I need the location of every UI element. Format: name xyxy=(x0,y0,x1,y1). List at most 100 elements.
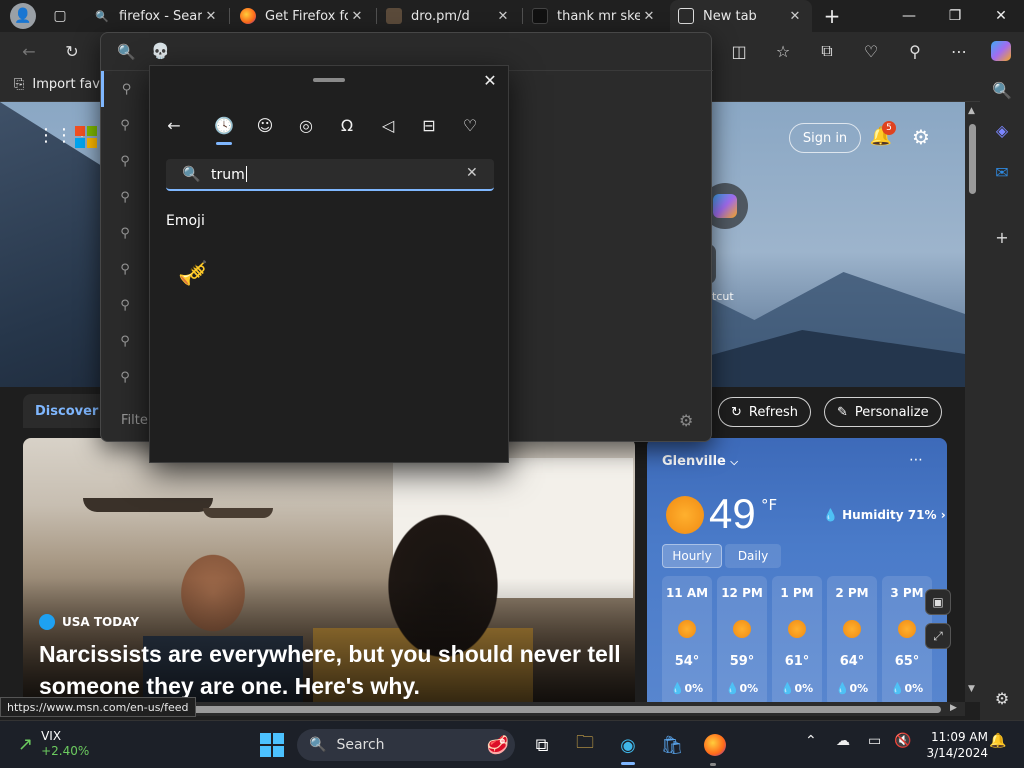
profile-avatar[interactable]: 👤 xyxy=(10,3,36,29)
import-favorites-item[interactable]: ⎘ Import favo xyxy=(14,77,108,92)
gif-icon[interactable]: ◁ xyxy=(374,111,402,139)
show-hidden-icons[interactable]: ⌃ xyxy=(805,733,817,749)
onedrive-icon[interactable]: ☁ xyxy=(836,733,850,749)
scroll-down-arrow[interactable]: ▼ xyxy=(968,684,975,694)
drag-handle[interactable] xyxy=(313,78,345,82)
task-view-icon[interactable]: ⧉ xyxy=(527,730,557,760)
close-tab-icon[interactable]: ✕ xyxy=(640,9,658,24)
emoji-result-item[interactable]: 🎺 xyxy=(176,256,210,290)
network-icon[interactable]: ▭ xyxy=(868,733,881,749)
tab-discover[interactable]: Discover xyxy=(23,394,111,428)
emoji-search-field[interactable]: 🔍 trum ✕ xyxy=(166,159,494,191)
volume-muted-icon[interactable]: 🔇 xyxy=(894,733,911,749)
recent-icon[interactable]: 🕓 xyxy=(210,111,238,139)
temperature-unit[interactable]: °F xyxy=(761,496,777,514)
favorites-icon[interactable]: ♡ xyxy=(456,111,484,139)
tab-actions-icon[interactable]: ▢ xyxy=(46,2,74,30)
sign-in-button[interactable]: Sign in xyxy=(789,123,861,153)
tab-firefox-search[interactable]: 🔍 firefox - Search ✕ xyxy=(86,0,228,32)
search-icon[interactable]: 🔍 xyxy=(990,78,1014,102)
clear-icon[interactable]: ✕ xyxy=(466,165,478,181)
suggestion-row[interactable]: ⚲ xyxy=(101,215,149,251)
favorites-icon[interactable]: ☆ xyxy=(768,36,798,66)
news-headline[interactable]: Narcissists are everywhere, but you shou… xyxy=(39,638,624,702)
suggestion-row[interactable]: ⚲ xyxy=(101,179,149,215)
refresh-icon[interactable]: ↻ xyxy=(57,36,87,66)
close-icon[interactable]: ✕ xyxy=(480,71,500,91)
taskbar-search[interactable]: 🔍 Search 🥩 xyxy=(297,729,515,761)
close-tab-icon[interactable]: ✕ xyxy=(494,9,512,24)
taskbar: ↗ VIX +2.40% 🔍 Search 🥩 ⧉ 🗀 ◉ 🛍 ⌃ ☁ ▭ 🔇 … xyxy=(0,720,1024,768)
browser-essentials-icon[interactable]: ♡ xyxy=(856,36,886,66)
microsoft-store-icon[interactable]: 🛍 xyxy=(657,730,687,760)
copilot-icon[interactable] xyxy=(986,36,1016,66)
notification-bell-icon[interactable]: 🔔 xyxy=(989,733,1006,749)
tab-new-tab[interactable]: New tab ✕ xyxy=(670,0,812,32)
clipboard-icon[interactable]: ⊟ xyxy=(415,111,443,139)
weather-location[interactable]: Glenville ⌵ xyxy=(662,454,738,469)
expand-icon[interactable]: ⤢ xyxy=(925,623,951,649)
droplet-icon: 💧 xyxy=(780,682,795,695)
vertical-scrollbar[interactable]: ▲ ▼ xyxy=(965,102,980,702)
tab-get-firefox[interactable]: Get Firefox for ✕ xyxy=(232,0,374,32)
outlook-icon[interactable]: ✉ xyxy=(990,160,1014,184)
close-tab-icon[interactable]: ✕ xyxy=(786,9,804,24)
system-clock[interactable]: 11:09 AM 3/14/2024 xyxy=(920,729,988,761)
new-tab-button[interactable]: + xyxy=(818,2,846,30)
suggestion-row[interactable]: ⚲ xyxy=(101,323,149,359)
minimize-button[interactable]: — xyxy=(886,0,932,32)
search-highlight-icon: 🥩 xyxy=(486,734,509,756)
news-image-lamp xyxy=(83,498,213,512)
search-icon: 🔍 xyxy=(182,165,201,183)
restore-button[interactable]: ❐ xyxy=(932,0,978,32)
scrollbar-thumb[interactable] xyxy=(969,124,976,194)
suggestion-row[interactable]: ⚲ xyxy=(101,71,149,107)
suggestion-row[interactable]: ⚲ xyxy=(101,359,149,395)
hourly-forecast-item: 11 AM 54° 💧0% xyxy=(662,576,712,702)
tab-divider xyxy=(229,8,230,24)
file-explorer-icon[interactable]: 🗀 xyxy=(570,730,600,760)
scroll-right-arrow[interactable]: ▶ xyxy=(950,703,957,713)
split-screen-icon[interactable]: ◫ xyxy=(724,36,754,66)
back-arrow-icon[interactable]: ← xyxy=(160,111,188,139)
tab-daily[interactable]: Daily xyxy=(725,544,781,568)
tab-hourly[interactable]: Hourly xyxy=(662,544,722,568)
tab-dro-pm[interactable]: dro.pm/d ✕ xyxy=(378,0,520,32)
add-sidebar-app-icon[interactable]: + xyxy=(990,225,1014,249)
copilot-sidebar-icon[interactable]: ◈ xyxy=(990,118,1014,142)
more-menu-icon[interactable]: ⋯ xyxy=(944,36,974,66)
search-icon: ⚲ xyxy=(120,225,130,241)
suggestion-row[interactable]: ⚲ xyxy=(101,251,149,287)
start-button[interactable] xyxy=(257,730,287,760)
kaomoji-icon[interactable]: ◎ xyxy=(292,111,320,139)
news-card[interactable]: USA TODAY Narcissists are everywhere, bu… xyxy=(23,438,635,702)
suggestion-row[interactable]: ⚲ xyxy=(101,143,149,179)
image-info-icon[interactable]: ▣ xyxy=(925,589,951,615)
app-launcher-icon[interactable]: ⋮⋮⋮ xyxy=(37,127,91,147)
emoji-smiley-icon[interactable]: ☺ xyxy=(251,111,279,139)
weather-card[interactable]: Glenville ⌵ ⋯ 49 °F 💧 Humidity 71% › Hou… xyxy=(647,438,947,702)
tab-thank-mr-skeltal[interactable]: thank mr skelta ✕ xyxy=(524,0,666,32)
page-settings-icon[interactable]: ⚙ xyxy=(909,125,933,149)
section-title: Emoji xyxy=(166,213,205,229)
address-input[interactable]: 💀 xyxy=(151,42,170,60)
suggestion-row[interactable]: ⚲ xyxy=(101,107,149,143)
refresh-feed-button[interactable]: ↻ Refresh xyxy=(718,397,811,427)
firefox-icon[interactable] xyxy=(700,730,730,760)
back-icon[interactable]: ← xyxy=(14,36,44,66)
collections-icon[interactable]: ⧉ xyxy=(812,36,842,66)
extensions-icon[interactable]: ⚲ xyxy=(900,36,930,66)
sidebar-settings-icon[interactable]: ⚙ xyxy=(990,686,1014,710)
close-tab-icon[interactable]: ✕ xyxy=(348,9,366,24)
dropdown-settings-icon[interactable]: ⚙ xyxy=(679,411,693,430)
close-window-button[interactable]: ✕ xyxy=(978,0,1024,32)
humidity-link[interactable]: 💧 Humidity 71% › xyxy=(823,508,946,522)
symbols-icon[interactable]: Ω xyxy=(333,111,361,139)
scroll-up-arrow[interactable]: ▲ xyxy=(968,106,975,116)
more-options-icon[interactable]: ⋯ xyxy=(909,452,923,468)
suggestion-row[interactable]: ⚲ xyxy=(101,287,149,323)
stock-widget[interactable]: ↗ VIX +2.40% xyxy=(18,729,89,759)
close-tab-icon[interactable]: ✕ xyxy=(202,9,220,24)
edge-icon[interactable]: ◉ xyxy=(613,730,643,760)
personalize-button[interactable]: ✎ Personalize xyxy=(824,397,942,427)
